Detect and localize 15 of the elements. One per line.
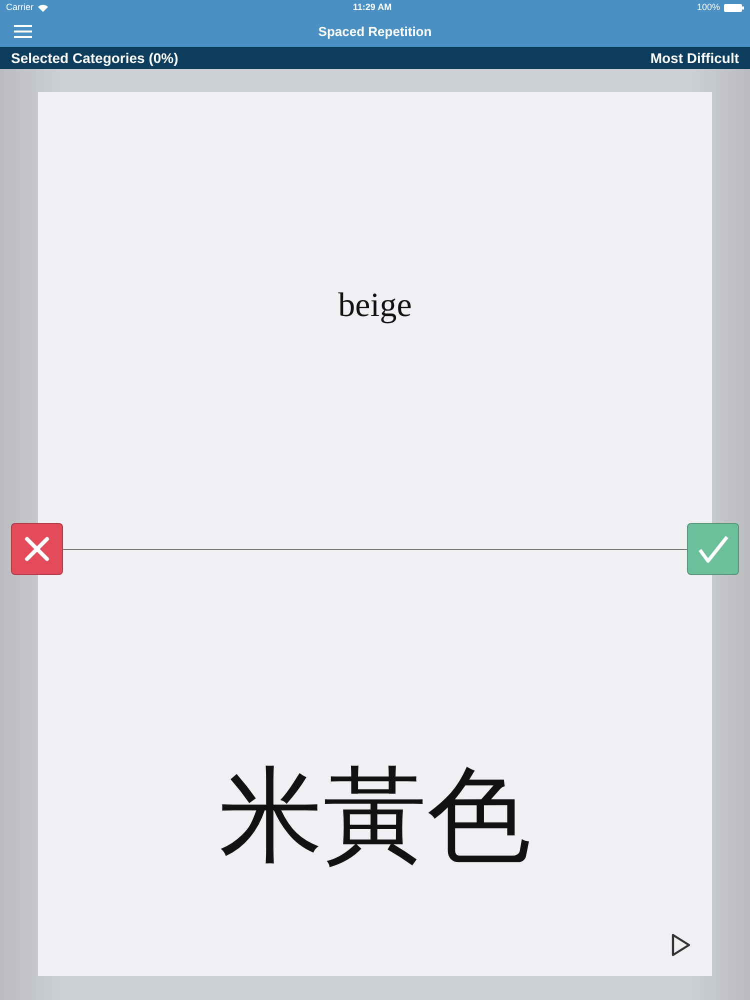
carrier-label: Carrier: [6, 1, 34, 14]
battery-icon: [724, 4, 744, 12]
answer-word: 米黃色: [219, 764, 531, 868]
clock: 11:29 AM: [352, 1, 392, 14]
wrong-button[interactable]: [11, 522, 63, 574]
prompt-word: beige: [338, 286, 412, 326]
screen-title: Spaced Repetition: [318, 22, 432, 41]
selected-categories-label: Selected Categories (0%): [11, 48, 178, 68]
difficulty-label: Most Difficult: [650, 48, 739, 68]
correct-button[interactable]: [687, 522, 739, 574]
menu-icon[interactable]: [14, 25, 32, 38]
battery-percent: 100%: [696, 1, 720, 14]
wifi-icon: [38, 4, 48, 12]
check-icon: [697, 534, 729, 564]
play-icon[interactable]: [670, 932, 692, 958]
